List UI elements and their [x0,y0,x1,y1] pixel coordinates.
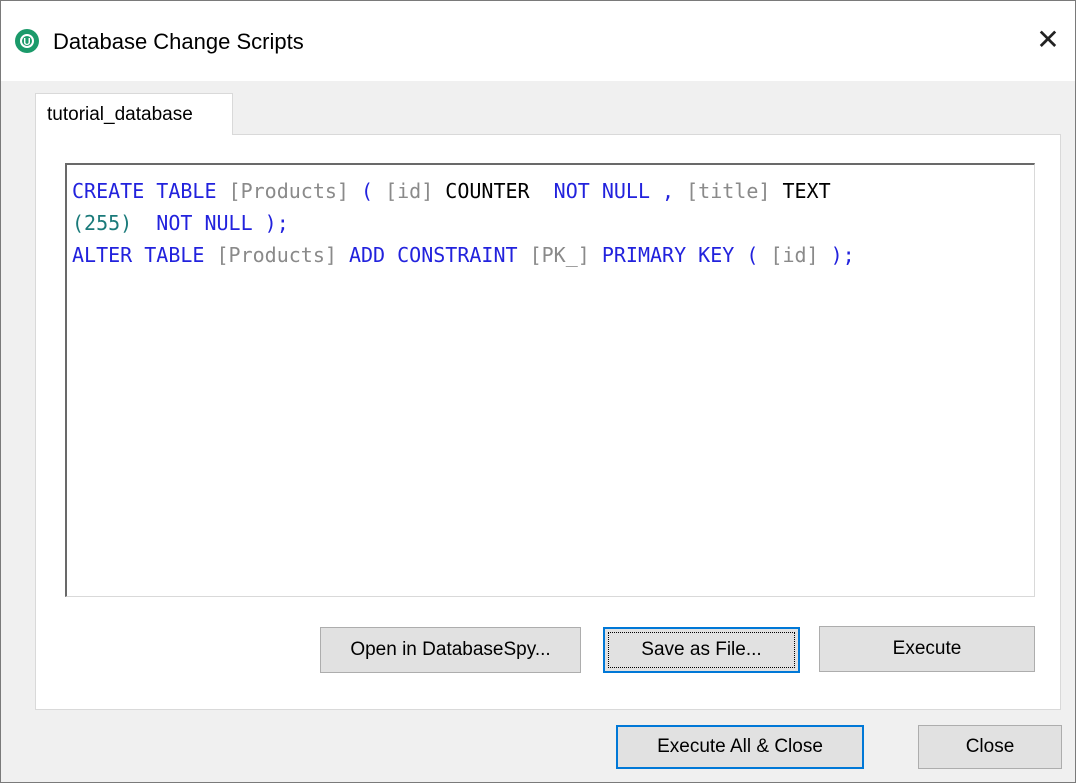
app-logo-icon: U [15,29,39,53]
title-bar[interactable]: U Database Change Scripts ✕ [1,1,1075,81]
tab-tutorial-database[interactable]: tutorial_database [35,93,233,135]
sql-type: TEXT [770,179,831,203]
open-in-databasespy-label: Open in DatabaseSpy... [350,639,551,660]
save-as-file-label: Save as File... [641,639,762,660]
sql-keyword: ); [818,243,855,267]
sql-keyword: CREATE TABLE [72,179,229,203]
sql-identifier: [Products] [228,179,349,203]
sql-keyword: ( [348,179,386,203]
sql-keyword: ADD CONSTRAINT [336,243,530,267]
code-line: (255) NOT NULL ); [72,207,855,239]
tab-label: tutorial_database [47,104,193,125]
window-title: Database Change Scripts [53,29,304,54]
sql-identifier: [id] [385,179,434,203]
close-icon[interactable]: ✕ [1033,23,1063,57]
sql-number: (255) [72,211,133,235]
execute-all-close-button[interactable]: Execute All & Close [616,725,864,769]
sql-keyword: ALTER TABLE [72,243,217,267]
sql-keyword: NOT NULL , [541,179,687,203]
execute-button[interactable]: Execute [819,626,1035,672]
open-in-databasespy-button[interactable]: Open in DatabaseSpy... [320,627,581,673]
sql-keyword: PRIMARY KEY ( [589,243,771,267]
sql-keyword: NOT NULL ); [132,211,289,235]
code-line: CREATE TABLE [Products] ( [id] COUNTER N… [72,175,855,207]
execute-all-close-label: Execute All & Close [657,736,823,757]
save-as-file-button[interactable]: Save as File... [603,627,800,673]
sql-type: COUNTER [433,179,542,203]
sql-identifier: [title] [686,179,771,203]
code-line: ALTER TABLE [Products] ADD CONSTRAINT [P… [72,239,855,271]
dialog-window: U Database Change Scripts ✕ tutorial_dat… [0,0,1076,783]
close-label: Close [965,736,1015,757]
sql-script-editor[interactable]: CREATE TABLE [Products] ( [id] COUNTER N… [65,163,1035,597]
sql-code: CREATE TABLE [Products] ( [id] COUNTER N… [72,175,855,271]
close-button[interactable]: Close [918,725,1062,769]
sql-identifier: [Products] [216,243,337,267]
execute-label: Execute [892,638,962,659]
sql-identifier: [PK_] [529,243,590,267]
sql-identifier: [id] [770,243,819,267]
